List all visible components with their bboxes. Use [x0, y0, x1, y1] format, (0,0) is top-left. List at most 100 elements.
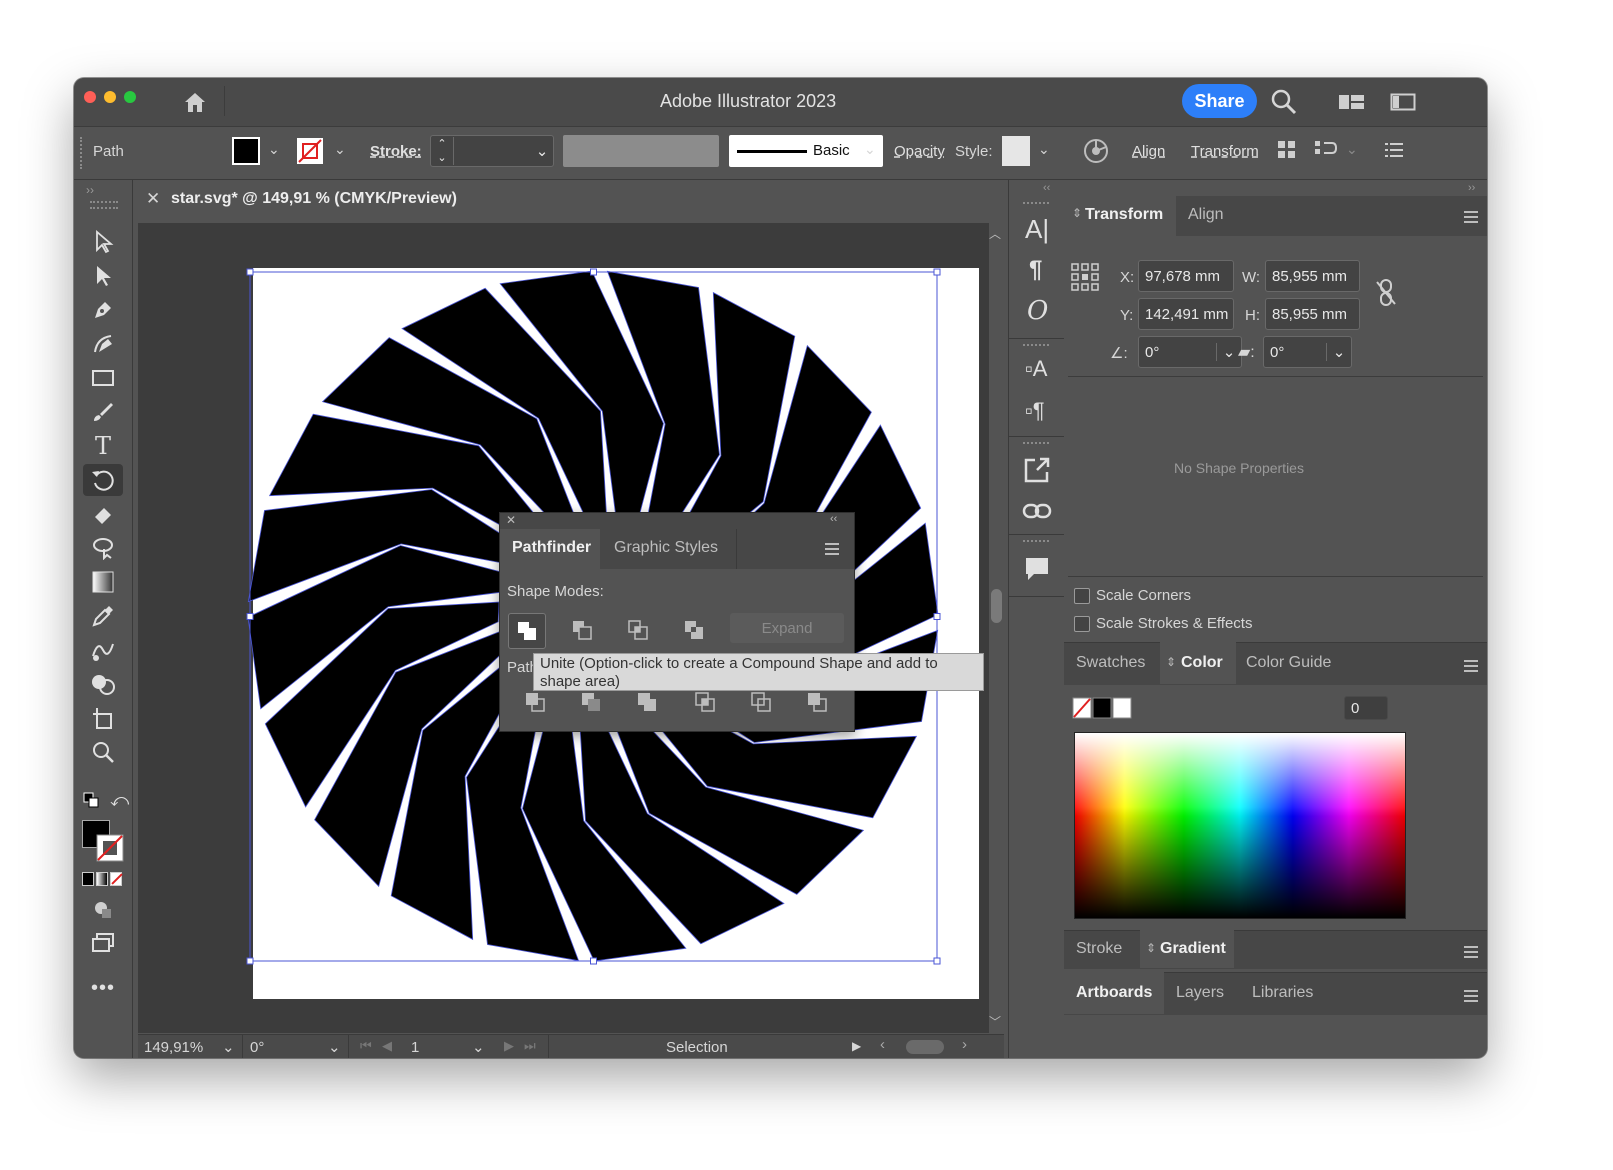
shear-angle-icon: ▰:: [1238, 344, 1255, 361]
minus-front-icon: [573, 621, 592, 640]
current-tool-status[interactable]: Selection: [666, 1039, 728, 1056]
x-label: X:: [1120, 269, 1135, 286]
minus-front-button[interactable]: [564, 613, 600, 647]
x-position-input[interactable]: 97,678 mm: [1138, 260, 1234, 292]
reference-point-icon[interactable]: [1070, 262, 1100, 292]
height-input[interactable]: 85,955 mm: [1265, 298, 1360, 330]
rotate-angle-icon: ∠:: [1110, 345, 1128, 362]
transform-panel-toggle-icon[interactable]: ⇕: [1072, 206, 1082, 220]
horizontal-scroll-thumb[interactable]: [906, 1040, 944, 1054]
color-spectrum[interactable]: [1074, 732, 1406, 919]
merge-icon[interactable]: [636, 691, 658, 713]
tab-layers[interactable]: Layers: [1176, 984, 1224, 1002]
rotate-angle-value: 0°: [1145, 343, 1160, 361]
shear-angle-value: 0°: [1270, 343, 1285, 361]
no-shape-properties-text: No Shape Properties: [1174, 460, 1304, 476]
crop-icon[interactable]: [694, 691, 716, 713]
minus-back-icon[interactable]: [806, 691, 828, 713]
y-position-input[interactable]: 142,491 mm: [1138, 298, 1234, 330]
opentype-panel-icon[interactable]: O: [1027, 296, 1048, 326]
transform-panel-menu-icon[interactable]: [1464, 211, 1478, 213]
collapse-dock-chevron-icon[interactable]: ››: [1468, 182, 1475, 194]
gradient-panel-menu-icon[interactable]: [1464, 946, 1478, 948]
first-artboard-icon[interactable]: ⏮: [360, 1038, 372, 1054]
exclude-button[interactable]: [676, 613, 712, 647]
scroll-left-icon[interactable]: ‹: [880, 1036, 885, 1053]
tab-pathfinder[interactable]: Pathfinder: [512, 539, 591, 557]
comments-panel-icon[interactable]: [1023, 555, 1051, 583]
bounding-box-handle[interactable]: [590, 268, 597, 276]
collapse-panels-chevron-icon[interactable]: ‹‹: [1043, 182, 1050, 194]
pathfinder-buttons-row: [524, 691, 844, 715]
scale-strokes-label: Scale Strokes & Effects: [1096, 615, 1253, 632]
paragraph-styles-icon[interactable]: ▫¶: [1025, 398, 1045, 424]
trim-icon[interactable]: [580, 691, 602, 713]
color-panel-toggle-icon[interactable]: ⇕: [1166, 655, 1176, 669]
shear-angle-input[interactable]: 0° ⌄: [1263, 336, 1352, 368]
tab-color-guide[interactable]: Color Guide: [1246, 654, 1331, 672]
tab-color[interactable]: Color: [1181, 654, 1223, 672]
links-panel-icon[interactable]: [1022, 502, 1052, 520]
tab-stroke[interactable]: Stroke: [1076, 940, 1122, 958]
shape-modes-label: Shape Modes:: [507, 583, 604, 600]
color-value-input[interactable]: 0: [1344, 696, 1388, 720]
export-asset-icon[interactable]: [1023, 456, 1051, 484]
bounding-box-handle[interactable]: [246, 613, 254, 620]
last-artboard-icon[interactable]: ⏭: [524, 1038, 536, 1054]
pathfinder-menu-icon[interactable]: [825, 543, 839, 545]
intersect-button[interactable]: [620, 613, 656, 647]
expand-button[interactable]: Expand: [730, 613, 844, 643]
bounding-box-handle[interactable]: [933, 613, 941, 620]
zoom-level[interactable]: 149,91%: [144, 1039, 203, 1056]
next-artboard-icon[interactable]: ▶: [504, 1038, 514, 1054]
width-input[interactable]: 85,955 mm: [1265, 260, 1360, 292]
status-menu-arrow-icon[interactable]: ▶: [852, 1039, 861, 1053]
exclude-icon: [685, 621, 703, 639]
gradient-panel-toggle-icon[interactable]: ⇕: [1146, 941, 1156, 955]
scale-corners-label: Scale Corners: [1096, 587, 1192, 604]
pathfinder-panel: ✕ ‹‹ Pathfinder Graphic Styles Shape Mod…: [499, 512, 855, 732]
scale-corners-checkbox[interactable]: [1074, 588, 1090, 604]
divide-icon[interactable]: [524, 691, 546, 713]
w-label: W:: [1242, 269, 1261, 286]
color-panel-menu-icon[interactable]: [1464, 660, 1478, 662]
scroll-right-icon[interactable]: ›: [962, 1036, 967, 1053]
previous-artboard-icon[interactable]: ◀: [382, 1038, 392, 1054]
shear-chevron-icon[interactable]: ⌄: [1326, 343, 1351, 361]
rotation-dropdown-chevron-icon[interactable]: ⌄: [328, 1038, 341, 1056]
unite-icon: [518, 622, 536, 640]
tab-graphic-styles[interactable]: Graphic Styles: [614, 539, 718, 557]
rotation-value[interactable]: 0°: [250, 1039, 264, 1056]
bounding-box-handle[interactable]: [590, 957, 597, 965]
rotate-angle-input[interactable]: 0° ⌄: [1138, 336, 1242, 368]
character-styles-icon[interactable]: ▫A: [1025, 356, 1047, 382]
scale-strokes-checkbox[interactable]: [1074, 616, 1090, 632]
zoom-dropdown-chevron-icon[interactable]: ⌄: [222, 1038, 235, 1056]
constrain-proportions-icon[interactable]: [1374, 278, 1398, 308]
none-black-white-swatches-icon[interactable]: [1072, 697, 1134, 719]
bounding-box-handle[interactable]: [246, 957, 254, 965]
tab-artboards[interactable]: Artboards: [1076, 984, 1152, 1002]
bounding-box-handle[interactable]: [933, 957, 941, 965]
artboards-panel-menu-icon[interactable]: [1464, 990, 1478, 992]
close-pathfinder-icon[interactable]: ✕: [506, 513, 516, 527]
y-label: Y:: [1120, 307, 1134, 324]
bounding-box-handle[interactable]: [933, 268, 941, 276]
tab-transform[interactable]: Transform: [1085, 206, 1163, 224]
tab-swatches[interactable]: Swatches: [1076, 654, 1145, 672]
tab-align[interactable]: Align: [1188, 206, 1224, 224]
outline-icon[interactable]: [750, 691, 772, 713]
intersect-icon: [628, 620, 648, 640]
right-panel-dock: ›› ⇕ Transform Align X: 97,678 mm W: 85,…: [1064, 180, 1487, 1058]
tab-libraries[interactable]: Libraries: [1252, 984, 1313, 1002]
bounding-box-handle[interactable]: [246, 268, 254, 276]
artboard-number[interactable]: 1: [411, 1039, 419, 1056]
artboard-dropdown-chevron-icon[interactable]: ⌄: [472, 1038, 485, 1056]
collapse-pathfinder-icon[interactable]: ‹‹: [830, 513, 837, 525]
paragraph-panel-icon[interactable]: ¶: [1029, 256, 1042, 284]
character-panel-icon[interactable]: A|: [1025, 214, 1049, 245]
status-bar: 149,91% ⌄ 0° ⌄ ⏮ ◀ 1 ⌄ ▶ ⏭ Selection ▶ ‹…: [138, 1034, 1004, 1058]
unite-button[interactable]: [508, 613, 546, 649]
h-label: H:: [1245, 307, 1260, 324]
tab-gradient[interactable]: Gradient: [1160, 940, 1226, 958]
